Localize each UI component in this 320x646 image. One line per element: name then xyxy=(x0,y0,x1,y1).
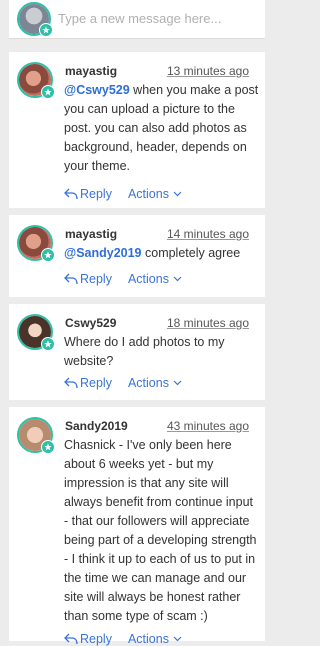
comment-body: Chasnick - I've only been here about 6 w… xyxy=(64,436,260,626)
comment-text: completely agree xyxy=(141,246,241,260)
reply-arrow-icon xyxy=(64,633,78,645)
avatar[interactable] xyxy=(17,314,55,351)
comment: mayastig 13 minutes ago @Cswy529 when yo… xyxy=(9,52,265,208)
actions-dropdown[interactable]: Actions xyxy=(128,376,182,390)
comment-actions: Reply Actions xyxy=(64,187,182,201)
reply-arrow-icon xyxy=(64,377,78,389)
reply-arrow-icon xyxy=(64,273,78,285)
avatar[interactable] xyxy=(17,417,55,454)
comment-body: Where do I add photos to my website? xyxy=(64,333,260,371)
star-badge-icon xyxy=(39,23,53,37)
comment-actions: Reply Actions xyxy=(64,376,182,390)
comment-actions: Reply Actions xyxy=(64,632,182,646)
reply-arrow-icon xyxy=(64,188,78,200)
actions-label[interactable]: Actions xyxy=(128,272,169,286)
comment-text: Where do I add photos to my website? xyxy=(64,335,225,368)
actions-dropdown[interactable]: Actions xyxy=(128,187,182,201)
star-badge-icon xyxy=(41,85,55,99)
comment-body: @Sandy2019 completely agree xyxy=(64,244,260,263)
chevron-down-icon xyxy=(173,191,182,197)
comment-author[interactable]: Cswy529 xyxy=(65,316,116,330)
actions-dropdown[interactable]: Actions xyxy=(128,272,182,286)
reply-button[interactable]: Reply xyxy=(64,632,112,646)
reply-label[interactable]: Reply xyxy=(80,632,112,646)
message-input-placeholder[interactable]: Type a new message here... xyxy=(58,11,221,26)
comment-timestamp[interactable]: 14 minutes ago xyxy=(167,227,249,241)
comment-author[interactable]: mayastig xyxy=(65,64,117,78)
comment-actions: Reply Actions xyxy=(64,272,182,286)
comment: Sandy2019 43 minutes ago Chasnick - I've… xyxy=(9,407,265,646)
comment-timestamp[interactable]: 18 minutes ago xyxy=(167,316,249,330)
reply-label[interactable]: Reply xyxy=(80,272,112,286)
reply-button[interactable]: Reply xyxy=(64,376,112,390)
actions-label[interactable]: Actions xyxy=(128,632,169,646)
mention-link[interactable]: @Cswy529 xyxy=(64,83,130,97)
avatar xyxy=(17,2,53,37)
chevron-down-icon xyxy=(173,636,182,642)
comment-body: @Cswy529 when you make a post you can up… xyxy=(64,81,260,176)
actions-dropdown[interactable]: Actions xyxy=(128,632,182,646)
reply-label[interactable]: Reply xyxy=(80,376,112,390)
comment-text: Chasnick - I've only been here about 6 w… xyxy=(64,438,257,623)
avatar[interactable] xyxy=(17,62,55,99)
star-badge-icon xyxy=(41,337,55,351)
reply-button[interactable]: Reply xyxy=(64,272,112,286)
actions-label[interactable]: Actions xyxy=(128,187,169,201)
comment-timestamp[interactable]: 13 minutes ago xyxy=(167,64,249,78)
comment-author[interactable]: Sandy2019 xyxy=(65,419,128,433)
comment: mayastig 14 minutes ago @Sandy2019 compl… xyxy=(9,215,265,297)
star-badge-icon xyxy=(41,440,55,454)
comment-author[interactable]: mayastig xyxy=(65,227,117,241)
star-badge-icon xyxy=(41,248,55,262)
reply-label[interactable]: Reply xyxy=(80,187,112,201)
reply-button[interactable]: Reply xyxy=(64,187,112,201)
actions-label[interactable]: Actions xyxy=(128,376,169,390)
chevron-down-icon xyxy=(173,380,182,386)
message-composer[interactable]: Type a new message here... xyxy=(9,0,265,39)
comment-timestamp[interactable]: 43 minutes ago xyxy=(167,419,249,433)
comment: Cswy529 18 minutes ago Where do I add ph… xyxy=(9,304,265,400)
chevron-down-icon xyxy=(173,276,182,282)
avatar[interactable] xyxy=(17,225,55,262)
mention-link[interactable]: @Sandy2019 xyxy=(64,246,142,260)
